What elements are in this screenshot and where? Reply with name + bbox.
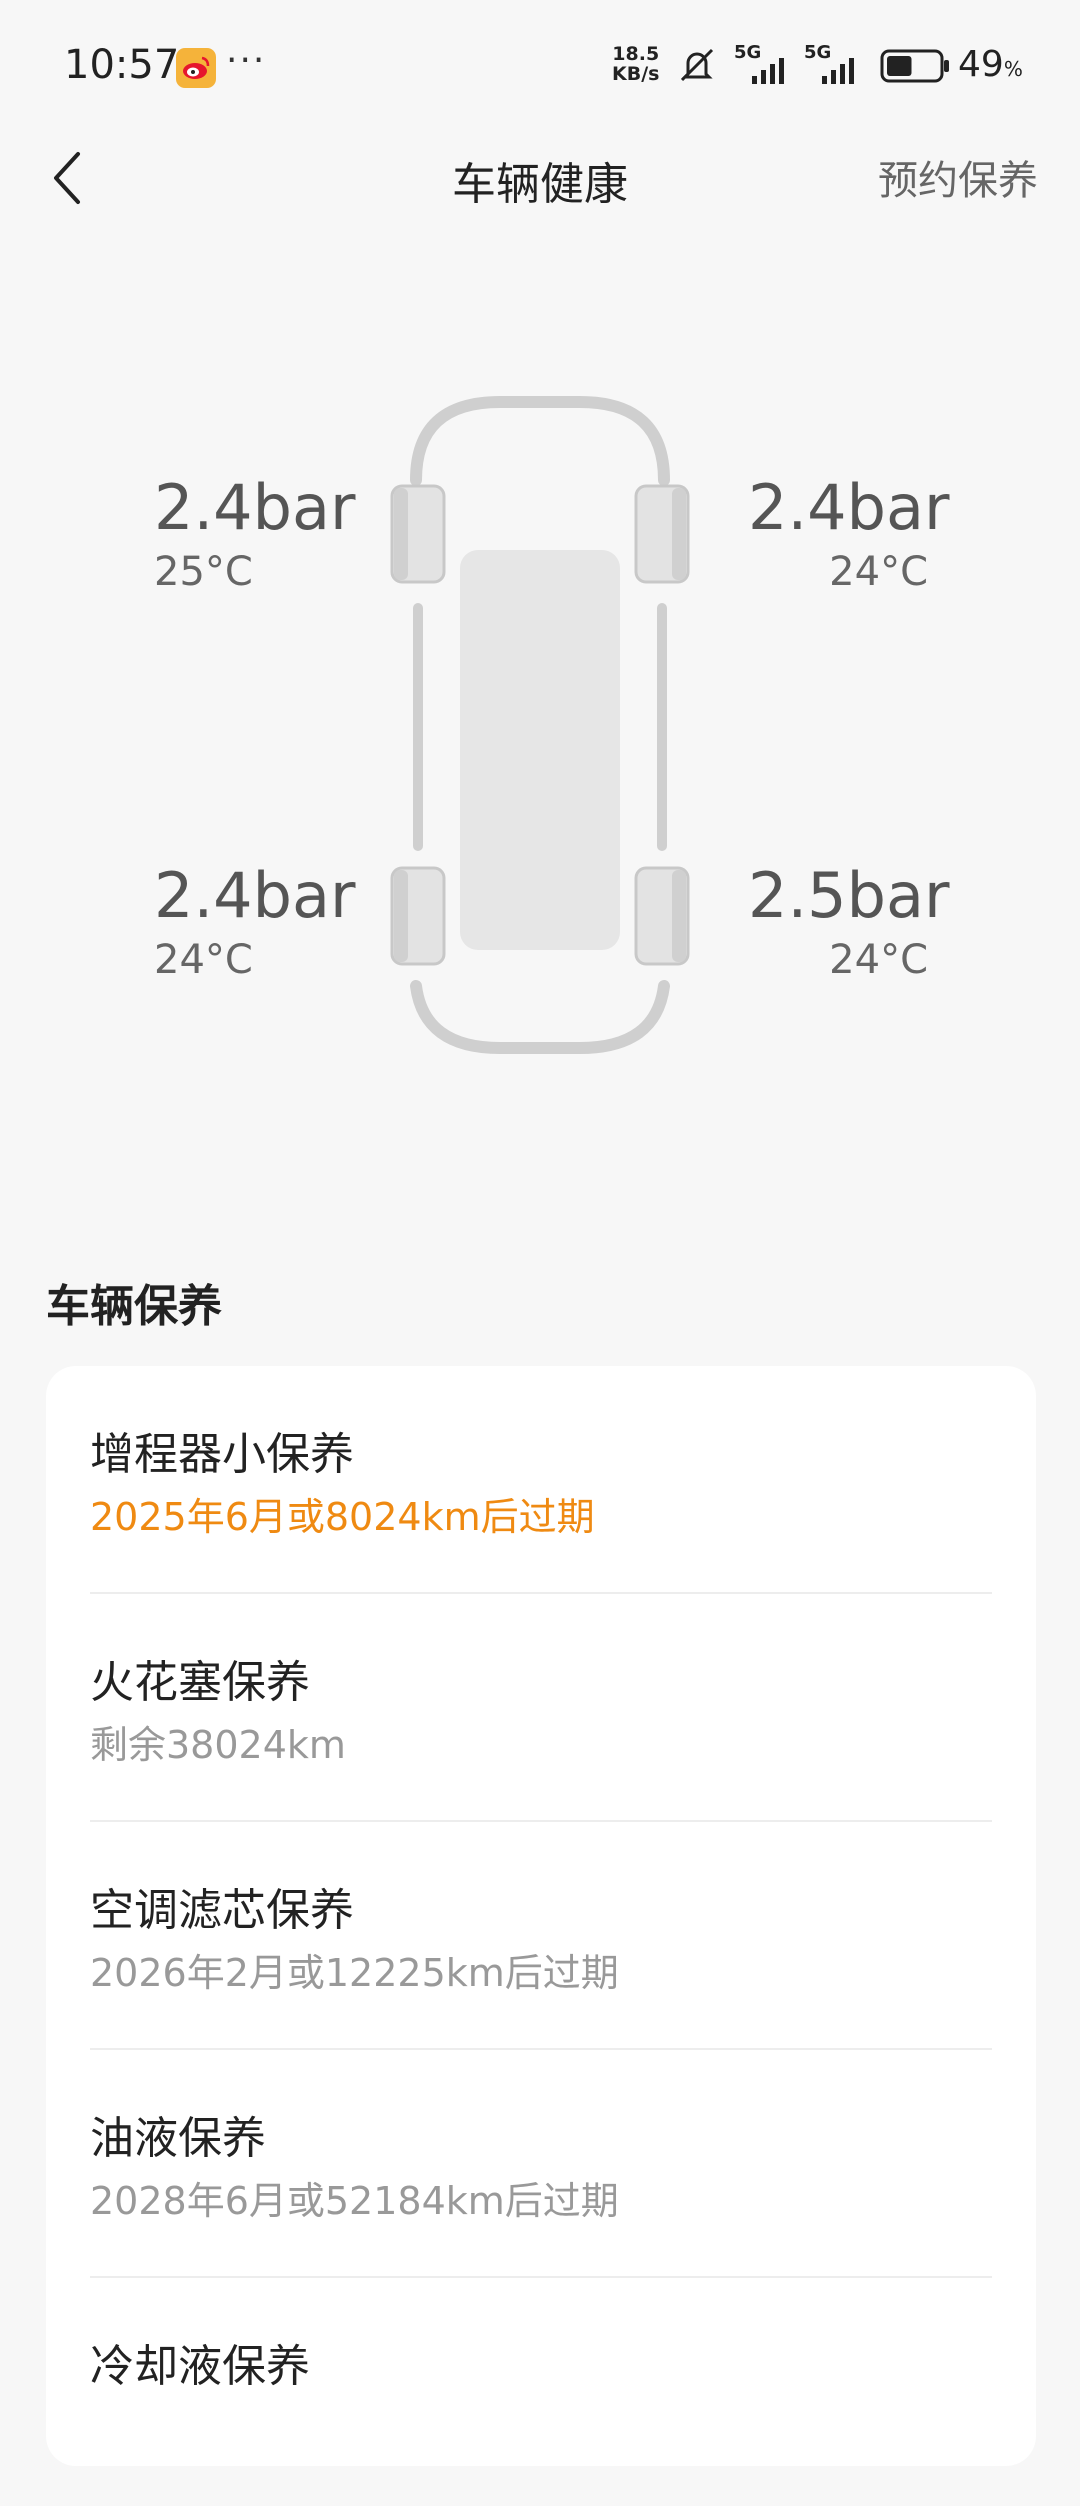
signal-icon-2: 5G xyxy=(804,42,874,84)
tire-status-diagram: 2.4bar 25°C 2.4bar 24°C 2.4bar 24°C 2.5b… xyxy=(0,380,1080,1080)
maintenance-item[interactable]: 冷却液保养 xyxy=(90,2278,992,2506)
maintenance-item-status: 剩余38024km xyxy=(90,1723,346,1767)
tire-rear-left-icon xyxy=(390,866,446,966)
tire-front-right-readout: 2.4bar 24°C xyxy=(748,471,950,600)
tire-rear-left-readout: 2.4bar 24°C xyxy=(154,860,355,988)
tire-pressure: 2.4bar xyxy=(154,859,356,932)
tire-temperature: 24°C xyxy=(154,937,253,983)
section-title-maintenance: 车辆保养 xyxy=(46,1281,222,1332)
car-top-view-icon xyxy=(390,396,690,1054)
maintenance-item-name: 油液保养 xyxy=(90,2113,266,2164)
maintenance-item[interactable]: 火花塞保养 剩余38024km xyxy=(90,1594,992,1822)
book-maintenance-link[interactable]: 预约保养 xyxy=(878,148,1038,206)
tire-temperature: 24°C xyxy=(829,549,928,595)
tire-rear-right-readout: 2.5bar 24°C xyxy=(748,859,950,988)
weibo-icon xyxy=(176,48,216,88)
battery-percent: 49% xyxy=(958,44,1023,85)
tire-pressure: 2.4bar xyxy=(154,471,356,544)
tire-rear-right-icon xyxy=(634,866,690,966)
tire-temperature: 25°C xyxy=(154,549,253,595)
tire-front-right-icon xyxy=(634,484,690,584)
maintenance-item-status: 2026年2月或12225km后过期 xyxy=(90,1951,619,1995)
maintenance-item-name: 火花塞保养 xyxy=(90,1657,310,1708)
maintenance-item[interactable]: 油液保养 2028年6月或52184km后过期 xyxy=(90,2050,992,2278)
tire-front-left-readout: 2.4bar 25°C xyxy=(154,472,355,600)
tire-pressure: 2.4bar xyxy=(748,471,950,544)
maintenance-item-status: 2025年6月或8024km后过期 xyxy=(90,1495,595,1539)
maintenance-item-name: 冷却液保养 xyxy=(90,2341,310,2392)
more-notifications-icon: ··· xyxy=(226,40,267,81)
battery-icon xyxy=(880,49,949,83)
status-bar: 10:57 ··· 18.5 KB/s 5G 5G 49% xyxy=(0,0,1080,130)
maintenance-item[interactable]: 空调滤芯保养 2026年2月或12225km后过期 xyxy=(90,1822,992,2050)
maintenance-item-status: 2028年6月或52184km后过期 xyxy=(90,2179,619,2223)
tire-pressure: 2.5bar xyxy=(748,859,950,932)
maintenance-item[interactable]: 增程器小保养 2025年6月或8024km后过期 xyxy=(90,1366,992,1594)
mute-icon xyxy=(680,48,714,82)
tire-temperature: 24°C xyxy=(829,937,928,983)
status-time: 10:57 xyxy=(64,42,180,88)
top-app-bar: 车辆健康 预约保养 xyxy=(0,130,1080,250)
maintenance-item-name: 增程器小保养 xyxy=(90,1429,354,1480)
tire-front-left-icon xyxy=(390,484,446,584)
network-speed: 18.5 KB/s xyxy=(612,43,660,85)
signal-icon: 5G xyxy=(734,42,804,84)
maintenance-card: 增程器小保养 2025年6月或8024km后过期 火花塞保养 剩余38024km… xyxy=(46,1366,1036,2466)
maintenance-item-name: 空调滤芯保养 xyxy=(90,1885,354,1936)
